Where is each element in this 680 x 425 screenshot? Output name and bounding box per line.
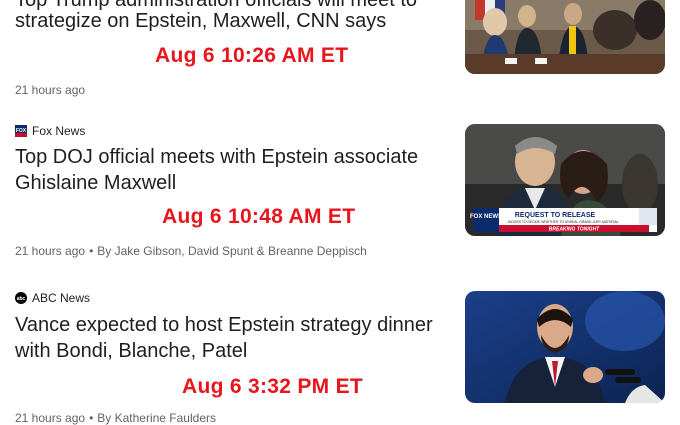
byline: By Jake Gibson, David Spunt & Breanne De…	[97, 244, 367, 258]
abc-logo-text: abc	[17, 296, 26, 302]
timestamp-annotation: Aug 6 3:32 PM ET	[182, 375, 364, 398]
headline-line-1[interactable]: Vance expected to host Epstein strategy …	[15, 312, 433, 338]
thumb-banner-sub: JUDGES TO DECIDE WHETHER TO UNSEAL GRAND…	[507, 220, 619, 224]
thumbnail[interactable]: FOX NEWS REQUEST TO RELEASE JUDGES TO DE…	[465, 124, 665, 236]
thumbnail[interactable]	[465, 0, 665, 74]
news-card[interactable]: Top Trump administration officials will …	[0, 0, 680, 100]
cabinet-meeting-photo	[465, 0, 665, 74]
time-ago: 21 hours ago	[15, 83, 86, 97]
timestamp-annotation: Aug 6 10:48 AM ET	[162, 205, 356, 228]
fox-news-logo-icon: FOX	[15, 125, 27, 137]
thumb-fox-logo: FOX NEWS	[470, 214, 502, 220]
epstein-maxwell-photo: FOX NEWS REQUEST TO RELEASE JUDGES TO DE…	[465, 124, 665, 236]
thumbnail[interactable]	[465, 291, 665, 403]
news-card[interactable]: FOX Fox News Top DOJ official meets with…	[0, 118, 680, 268]
article-meta: 21 hours ago • By Jake Gibson, David Spunt…	[15, 244, 367, 258]
time-ago: 21 hours ago	[15, 244, 86, 258]
svg-text:FOX: FOX	[16, 128, 27, 134]
headline-line-1[interactable]: Top DOJ official meets with Epstein asso…	[15, 144, 418, 170]
timestamp-annotation: Aug 6 10:26 AM ET	[155, 44, 349, 67]
thumb-breaking: BREAKING TONIGHT	[549, 227, 600, 233]
headline-line-2[interactable]: Ghislaine Maxwell	[15, 170, 176, 196]
thumb-banner: REQUEST TO RELEASE	[515, 212, 596, 219]
abc-news-logo-icon: abc	[15, 292, 27, 304]
vance-speaking-photo	[465, 291, 665, 403]
source-name: ABC News	[32, 291, 91, 305]
headline-line-2[interactable]: with Bondi, Blanche, Patel	[15, 338, 247, 364]
source-row[interactable]: abc ABC News	[15, 291, 90, 305]
article-meta: 21 hours ago	[15, 83, 85, 97]
separator: •	[89, 244, 94, 258]
headline-line-2[interactable]: strategize on Epstein, Maxwell, CNN says	[15, 8, 386, 34]
source-name: Fox News	[32, 124, 86, 138]
source-row[interactable]: FOX Fox News	[15, 124, 85, 138]
news-card[interactable]: abc ABC News Vance expected to host Epst…	[0, 285, 680, 425]
